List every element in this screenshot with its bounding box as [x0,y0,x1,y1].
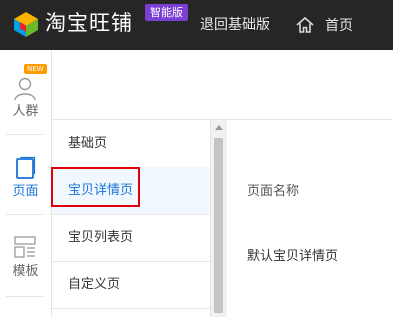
page-item-label: 基础页 [68,136,108,151]
home-link[interactable]: 首页 [295,14,353,36]
nav-item-crowd[interactable]: NEW 人群 [0,50,51,128]
page-name-label: 页面名称 [247,184,300,199]
page-icon [16,156,36,179]
scroll-up-arrow-icon[interactable] [215,125,223,130]
sub-header [52,50,393,120]
home-label: 首页 [325,18,353,34]
page-item-label: 自定义页 [68,277,121,292]
page-item-custom[interactable]: 自定义页 [52,261,210,309]
nav-divider [6,134,44,135]
page-item-basic[interactable]: 基础页 [52,120,210,168]
page-type-list: 基础页 宝贝详情页 宝贝列表页 自定义页 [52,120,210,317]
page-item-label: 宝贝列表页 [68,230,134,245]
nav-item-template[interactable]: 模板 [0,218,51,296]
nav-item-page[interactable]: 页面 [0,136,51,214]
nav-divider [6,296,44,297]
nav-label: 模板 [12,264,39,279]
nav-divider [6,214,44,215]
back-to-basic-link[interactable]: 退回基础版 [200,15,270,35]
edition-badge: 智能版 [145,4,188,21]
page-name-value: 默认宝贝详情页 [247,249,339,264]
person-icon [14,77,36,101]
scroll-thumb[interactable] [214,138,223,313]
nav-label: 人群 [12,104,39,119]
template-icon [14,236,36,258]
page-detail-panel: 页面名称 默认宝贝详情页 [227,120,393,317]
new-tag: NEW [24,64,47,74]
logo-icon [14,12,38,37]
left-nav: NEW 人群 页面 模板 [0,50,52,317]
scrollbar[interactable] [210,120,227,317]
brand-title: 淘宝旺铺 [45,11,133,35]
home-icon [296,16,314,33]
highlight-box [51,167,140,207]
top-bar: 淘宝旺铺 智能版 退回基础版 首页 [0,0,393,50]
nav-label: 页面 [12,184,39,199]
page-item-item-list[interactable]: 宝贝列表页 [52,214,210,262]
